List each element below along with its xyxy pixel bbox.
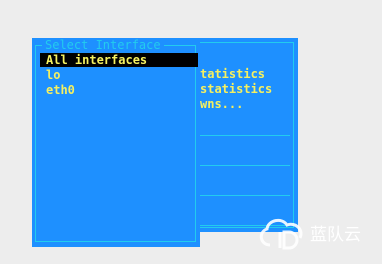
interface-item-all[interactable]: All interfaces: [40, 53, 198, 67]
divider: [198, 135, 290, 136]
watermark-logo: 蓝队云: [254, 212, 378, 252]
background-window: tatistics statistics wns...: [186, 38, 298, 232]
background-menu-line-3[interactable]: wns...: [200, 97, 243, 112]
dialog-title: Select Interface: [42, 38, 164, 52]
interface-item-lo[interactable]: lo: [40, 68, 198, 82]
cloud-logo-icon: [259, 218, 303, 250]
interface-item-eth0[interactable]: eth0: [40, 83, 198, 97]
watermark-text: 蓝队云: [310, 225, 361, 245]
divider: [198, 195, 290, 196]
background-menu-line-1[interactable]: tatistics: [200, 67, 265, 82]
select-interface-dialog: Select Interface All interfaces lo eth0: [32, 38, 200, 247]
background-menu-line-2[interactable]: statistics: [200, 82, 272, 97]
divider: [198, 165, 290, 166]
